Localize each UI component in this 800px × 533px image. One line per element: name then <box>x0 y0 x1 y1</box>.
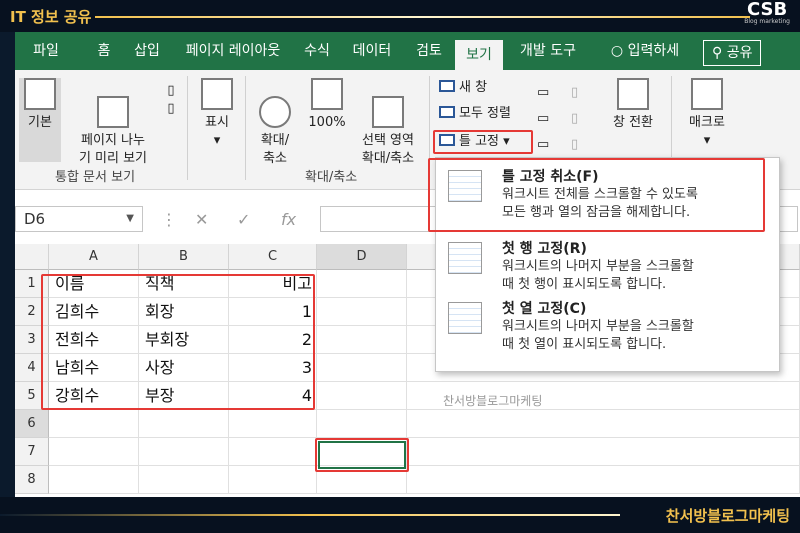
banner-line <box>0 514 620 516</box>
select-all-corner[interactable] <box>15 244 49 270</box>
column-header-c[interactable]: C <box>229 244 317 270</box>
page-break-preview-button[interactable]: 페이지 나누 기 미리 보기 <box>67 78 159 168</box>
freeze-panes-menu: 틀 고정 취소(F) 워크시트 전체를 스크롤할 수 있도록 모든 행과 열의 … <box>428 157 780 372</box>
new-window-button[interactable]: 새 창 <box>439 78 487 98</box>
page-break-icon <box>97 96 129 128</box>
tab-developer[interactable]: 개발 도구 <box>507 32 589 70</box>
row-header[interactable]: 6 <box>15 410 49 438</box>
menu-freeze-top-row[interactable]: 첫 행 고정(R) 워크시트의 나머지 부분을 스크롤할 때 첫 행이 표시되도… <box>436 234 779 294</box>
show-button[interactable]: 표시 ▾ <box>195 78 239 150</box>
cell[interactable] <box>317 382 407 410</box>
cell[interactable] <box>49 410 139 438</box>
bottom-banner: 찬서방블로그마케팅 <box>0 497 800 533</box>
tab-formulas[interactable]: 수식 <box>297 32 337 70</box>
magnifier-icon <box>259 96 291 128</box>
cell[interactable] <box>407 466 800 494</box>
active-cell-d6[interactable] <box>318 441 406 469</box>
menu-freeze-first-column[interactable]: 첫 열 고정(C) 워크시트의 나머지 부분을 스크롤할 때 첫 열이 표시되도… <box>436 294 779 354</box>
banner-title: IT 정보 공유 <box>10 8 92 26</box>
zoom-selection-button[interactable]: 선택 영역 확대/축소 <box>353 78 423 168</box>
macros-button[interactable]: 매크로 ▾ <box>679 78 735 150</box>
cell[interactable] <box>317 354 407 382</box>
csb-logo: CSB Blog marketing <box>744 0 790 26</box>
macro-icon <box>691 78 723 110</box>
page-layout-small-icons[interactable]: ▯ ▯ <box>163 82 179 142</box>
cell[interactable] <box>407 438 800 466</box>
separator <box>245 76 246 180</box>
cell[interactable] <box>139 438 229 466</box>
cell[interactable] <box>407 410 800 438</box>
cell[interactable] <box>317 270 407 298</box>
sync-small-icons[interactable]: ▯ ▯ ▯ <box>571 80 591 160</box>
normal-view-button[interactable]: 기본 <box>19 78 61 162</box>
tab-data[interactable]: 데이터 <box>343 32 401 70</box>
ribbon-tabs: 파일 홈 삽입 페이지 레이아웃 수식 데이터 검토 보기 개발 도구 ○ 입력… <box>15 32 800 70</box>
cell[interactable] <box>317 326 407 354</box>
column-header-d[interactable]: D <box>317 244 407 270</box>
share-button[interactable]: ⚲ 공유 <box>703 40 762 66</box>
column-header-a[interactable]: A <box>49 244 139 270</box>
cell[interactable] <box>317 410 407 438</box>
more-icon: ⋮ <box>161 210 177 229</box>
data-range-highlight <box>41 274 315 410</box>
lightbulb-icon: ○ <box>610 43 628 59</box>
insert-function-icon[interactable]: fx <box>281 210 296 229</box>
watermark: 찬서방블로그마케팅 <box>443 394 543 408</box>
normal-view-icon <box>24 78 56 110</box>
group-zoom: 확대/축소 <box>305 170 358 185</box>
person-icon: ⚲ <box>712 45 727 61</box>
top-banner: IT 정보 공유 CSB Blog marketing <box>0 0 800 32</box>
cell[interactable] <box>229 466 317 494</box>
separator <box>187 76 188 180</box>
brand-label: 찬서방블로그마케팅 <box>665 507 790 525</box>
name-box[interactable]: D6 ▼ <box>15 206 143 232</box>
cell[interactable] <box>49 466 139 494</box>
new-window-icon <box>439 80 455 92</box>
cell[interactable] <box>139 410 229 438</box>
cell[interactable] <box>229 410 317 438</box>
freeze-panes-highlight <box>433 130 533 154</box>
window-small-icons[interactable]: ▭ ▭ ▭ <box>537 80 557 160</box>
column-header-b[interactable]: B <box>139 244 229 270</box>
tab-home[interactable]: 홈 <box>87 32 121 70</box>
group-workbook-views: 통합 문서 보기 <box>55 170 136 185</box>
tab-view[interactable]: 보기 <box>455 40 503 70</box>
zoom-100-button[interactable]: 100% <box>303 78 351 132</box>
tab-insert[interactable]: 삽입 <box>125 32 169 70</box>
cell[interactable] <box>317 298 407 326</box>
excel-window: 파일 홈 삽입 페이지 레이아웃 수식 데이터 검토 보기 개발 도구 ○ 입력… <box>15 32 800 497</box>
banner-line <box>95 16 750 18</box>
cell[interactable] <box>139 466 229 494</box>
arrange-all-button[interactable]: 모두 정렬 <box>439 104 511 124</box>
arrange-all-icon <box>439 106 455 118</box>
cell[interactable] <box>49 438 139 466</box>
freeze-first-column-icon <box>448 302 482 334</box>
show-icon <box>201 78 233 110</box>
zoom-button[interactable]: 확대/ 축소 <box>251 78 299 168</box>
tab-tell-me[interactable]: ○ 입력하세 <box>595 32 695 70</box>
cell[interactable] <box>229 438 317 466</box>
tab-page-layout[interactable]: 페이지 레이아웃 <box>173 32 293 70</box>
switch-windows-button[interactable]: 창 전환 <box>605 78 661 132</box>
chevron-down-icon: ▼ <box>126 213 134 224</box>
enter-icon[interactable]: ✓ <box>237 210 250 229</box>
tab-review[interactable]: 검토 <box>407 32 451 70</box>
freeze-top-row-icon <box>448 242 482 274</box>
unfreeze-highlight <box>428 158 765 232</box>
switch-windows-icon <box>617 78 649 110</box>
zoom-100-icon <box>311 78 343 110</box>
row-header[interactable]: 7 <box>15 438 49 466</box>
cancel-icon[interactable]: ✕ <box>195 210 208 229</box>
zoom-selection-icon <box>372 96 404 128</box>
tab-file[interactable]: 파일 <box>19 32 73 70</box>
row-header[interactable]: 8 <box>15 466 49 494</box>
